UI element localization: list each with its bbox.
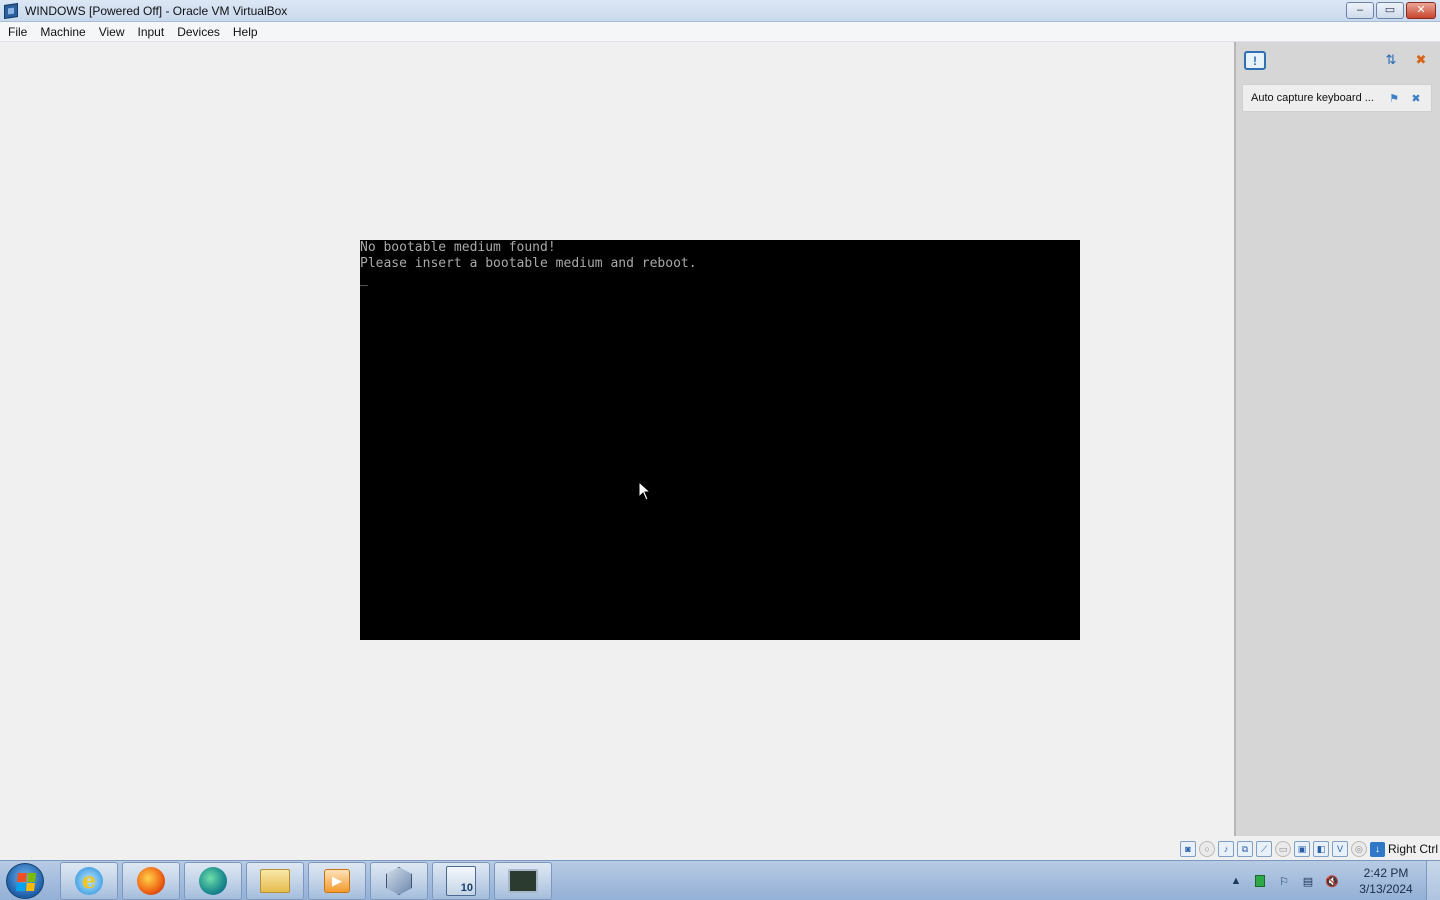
notification-panel-header: ! ⇅ ✖ [1236,42,1440,78]
menu-input[interactable]: Input [133,25,173,39]
volume-muted-icon[interactable]: 🔇 [1324,873,1340,889]
firefox-icon [137,867,165,895]
media-player-icon: ▶ [324,869,350,893]
internet-explorer-icon: e [75,867,103,895]
host-key-indicator[interactable]: ↓ Right Ctrl [1369,841,1438,857]
taskbar-media-player[interactable]: ▶ [308,862,366,900]
taskbar-virtualbox[interactable] [370,862,428,900]
notification-item[interactable]: Auto capture keyboard ... ⚑ ✖ [1242,84,1432,112]
host-key-icon: ↓ [1369,841,1385,857]
do-not-show-again-icon[interactable]: ⚑ [1387,91,1401,105]
clock-date: 3/13/2024 [1359,882,1413,896]
shared-folder-icon[interactable]: ▭ [1274,841,1291,857]
taskbar-edge[interactable] [184,862,242,900]
show-desktop-button[interactable] [1426,861,1440,900]
taskbar-file-explorer[interactable] [246,862,304,900]
monitor-icon [508,869,538,893]
recording-icon[interactable]: ◧ [1312,841,1329,857]
optical-drive-icon[interactable]: ○ [1198,841,1215,857]
minimize-button[interactable]: – [1346,2,1374,19]
usb-icon[interactable]: ⟋ [1255,841,1272,857]
calculator-label: 10 [460,882,473,894]
restore-button[interactable]: ▭ [1376,2,1404,19]
boot-message-line-2: Please insert a bootable medium and rebo… [360,256,697,271]
window-title: WINDOWS [Powered Off] - Oracle VM Virtua… [25,3,288,18]
menu-bar: File Machine View Input Devices Help [0,22,1440,42]
taskbar-monitor[interactable] [494,862,552,900]
notification-text: Auto capture keyboard ... [1251,92,1374,104]
tray-app-icon[interactable] [1252,873,1268,889]
taskbar-calculator[interactable]: 10 [432,862,490,900]
display-icon[interactable]: ▣ [1293,841,1310,857]
audio-icon[interactable]: ♪ [1217,841,1234,857]
taskbar-firefox[interactable] [122,862,180,900]
mouse-pointer-icon [638,481,652,501]
taskbar-clock[interactable]: 2:42 PM 3/13/2024 [1356,865,1416,897]
vm-display-area[interactable]: No bootable medium found! Please insert a… [0,42,1234,860]
toggle-order-icon[interactable]: ⇅ [1382,52,1400,68]
taskbar-internet-explorer[interactable]: e [60,862,118,900]
calculator-icon: 10 [446,866,476,896]
close-all-icon[interactable]: ✖ [1412,52,1430,68]
windows-logo-icon [16,873,36,891]
mouse-integration-icon[interactable]: ◎ [1350,841,1367,857]
vm-status-bar: ◙ ○ ♪ ⧉ ⟋ ▭ ▣ ◧ V ◎ ↓ Right Ctrl [0,838,1440,860]
clock-time: 2:42 PM [1363,866,1409,880]
vt-x-icon[interactable]: V [1331,841,1348,857]
title-bar: WINDOWS [Powered Off] - Oracle VM Virtua… [0,0,1440,22]
edge-icon [199,867,227,895]
notification-bubble-icon[interactable]: ! [1244,51,1266,70]
menu-view[interactable]: View [94,25,133,39]
menu-devices[interactable]: Devices [172,25,228,39]
boot-message-line-1: No bootable medium found! [360,240,556,255]
close-button[interactable]: ✕ [1406,2,1436,19]
virtualbox-app-icon [3,2,19,19]
hard-disk-icon[interactable]: ◙ [1179,841,1196,857]
virtualbox-icon [386,867,412,895]
folder-icon [260,869,290,893]
action-center-flag-icon[interactable]: ⚐ [1276,873,1292,889]
notification-center-panel: ! ⇅ ✖ Auto capture keyboard ... ⚑ ✖ [1234,42,1440,836]
show-hidden-icons-icon[interactable]: ▲ [1228,873,1244,889]
menu-machine[interactable]: Machine [35,25,93,39]
text-cursor: _ [360,272,368,287]
windows-taskbar: e ▶ 10 ▲ ⚐ ▤ 🔇 2:42 PM 3/13/2024 [0,860,1440,900]
window-controls: – ▭ ✕ [1346,2,1436,19]
start-button[interactable] [6,863,44,899]
host-key-label: Right Ctrl [1387,842,1438,856]
menu-file[interactable]: File [3,25,35,39]
close-notification-icon[interactable]: ✖ [1409,91,1423,105]
vm-screen[interactable]: No bootable medium found! Please insert a… [360,240,1080,640]
network-status-icon[interactable]: ▤ [1300,873,1316,889]
network-icon[interactable]: ⧉ [1236,841,1253,857]
menu-help[interactable]: Help [228,25,266,39]
